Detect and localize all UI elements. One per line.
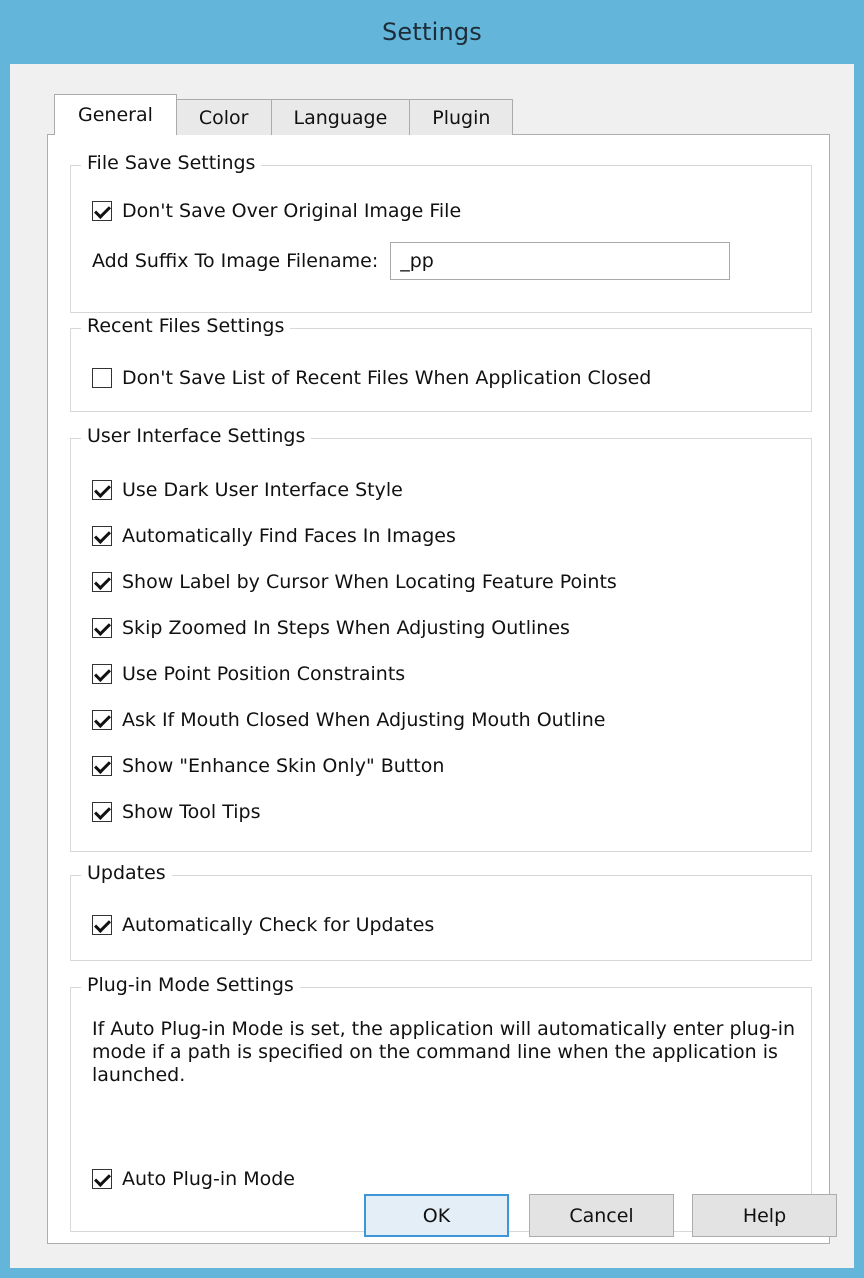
suffix-field-row: Add Suffix To Image Filename:: [92, 242, 731, 280]
ui-option-row[interactable]: Automatically Find Faces In Images: [92, 523, 456, 549]
dont-save-over-checkbox[interactable]: [92, 201, 112, 221]
updates-group: Updates Automatically Check for Updates: [70, 862, 812, 961]
dont-save-over-checkbox-row[interactable]: Don't Save Over Original Image File: [92, 198, 461, 224]
auto-plugin-mode-row[interactable]: Auto Plug-in Mode: [92, 1166, 295, 1192]
cancel-button[interactable]: Cancel: [529, 1194, 674, 1237]
tab-color[interactable]: Color: [175, 99, 272, 135]
title-bar[interactable]: Settings: [0, 0, 864, 64]
enhance-skin-button-label: Show "Enhance Skin Only" Button: [122, 755, 445, 777]
recent-files-settings-group: Recent Files Settings Don't Save List of…: [70, 315, 812, 412]
recent-files-settings-title: Recent Files Settings: [81, 315, 291, 337]
ok-button[interactable]: OK: [364, 1194, 509, 1237]
dont-save-recent-checkbox[interactable]: [92, 368, 112, 388]
dont-save-recent-checkbox-row[interactable]: Don't Save List of Recent Files When App…: [92, 365, 651, 391]
window-title: Settings: [381, 18, 483, 46]
ui-option-row[interactable]: Show "Enhance Skin Only" Button: [92, 753, 444, 779]
user-interface-settings-group: User Interface Settings Use Dark User In…: [70, 425, 812, 852]
tab-general[interactable]: General: [54, 94, 177, 135]
mouth-closed-checkbox[interactable]: [92, 710, 112, 730]
find-faces-label: Automatically Find Faces In Images: [122, 525, 456, 547]
ui-option-row[interactable]: Show Tool Tips: [92, 799, 261, 825]
auto-check-updates-row[interactable]: Automatically Check for Updates: [92, 912, 434, 938]
ui-option-row[interactable]: Use Point Position Constraints: [92, 661, 405, 687]
point-constraints-checkbox[interactable]: [92, 664, 112, 684]
dont-save-over-label: Don't Save Over Original Image File: [122, 200, 462, 222]
ui-option-row[interactable]: Use Dark User Interface Style: [92, 477, 403, 503]
auto-check-updates-checkbox[interactable]: [92, 915, 112, 935]
tab-strip: General Color Language Plugin: [54, 94, 514, 135]
suffix-input[interactable]: [390, 242, 731, 280]
plugin-mode-description: If Auto Plug-in Mode is set, the applica…: [92, 1018, 796, 1086]
dialog-button-row: OK Cancel Help: [10, 1194, 854, 1239]
dialog-client-area: File Save Settings Don't Save Over Origi…: [10, 64, 854, 1268]
tab-panel-general: File Save Settings Don't Save Over Origi…: [47, 134, 830, 1244]
help-button[interactable]: Help: [692, 1194, 837, 1237]
file-save-settings-title: File Save Settings: [81, 152, 262, 174]
cursor-label-label: Show Label by Cursor When Locating Featu…: [122, 571, 617, 593]
auto-check-updates-label: Automatically Check for Updates: [122, 914, 435, 936]
skip-zoomed-label: Skip Zoomed In Steps When Adjusting Outl…: [122, 617, 570, 639]
tab-plugin-label: Plugin: [432, 106, 491, 129]
ui-option-row[interactable]: Skip Zoomed In Steps When Adjusting Outl…: [92, 615, 570, 641]
cursor-label-checkbox[interactable]: [92, 572, 112, 592]
mouth-closed-label: Ask If Mouth Closed When Adjusting Mouth…: [122, 709, 606, 731]
tab-color-label: Color: [198, 106, 249, 129]
tool-tips-label: Show Tool Tips: [122, 801, 261, 823]
skip-zoomed-checkbox[interactable]: [92, 618, 112, 638]
auto-plugin-mode-checkbox[interactable]: [92, 1169, 112, 1189]
ui-option-row[interactable]: Ask If Mouth Closed When Adjusting Mouth…: [92, 707, 605, 733]
ui-option-row[interactable]: Show Label by Cursor When Locating Featu…: [92, 569, 617, 595]
tab-language-label: Language: [293, 106, 388, 129]
plugin-mode-settings-title: Plug-in Mode Settings: [81, 974, 300, 996]
point-constraints-label: Use Point Position Constraints: [122, 663, 406, 685]
tab-general-label: General: [78, 104, 153, 126]
auto-plugin-mode-label: Auto Plug-in Mode: [122, 1168, 295, 1190]
dark-ui-label: Use Dark User Interface Style: [122, 479, 403, 501]
tool-tips-checkbox[interactable]: [92, 802, 112, 822]
file-save-settings-group: File Save Settings Don't Save Over Origi…: [70, 152, 812, 313]
updates-title: Updates: [81, 862, 172, 884]
dont-save-recent-label: Don't Save List of Recent Files When App…: [122, 367, 652, 389]
tab-language[interactable]: Language: [270, 99, 411, 135]
user-interface-settings-title: User Interface Settings: [81, 425, 312, 447]
dark-ui-checkbox[interactable]: [92, 480, 112, 500]
suffix-label: Add Suffix To Image Filename:: [92, 250, 379, 272]
find-faces-checkbox[interactable]: [92, 526, 112, 546]
enhance-skin-button-checkbox[interactable]: [92, 756, 112, 776]
tab-plugin[interactable]: Plugin: [409, 99, 514, 135]
settings-window: Settings File Save Settings Don't Save O…: [0, 0, 864, 1278]
